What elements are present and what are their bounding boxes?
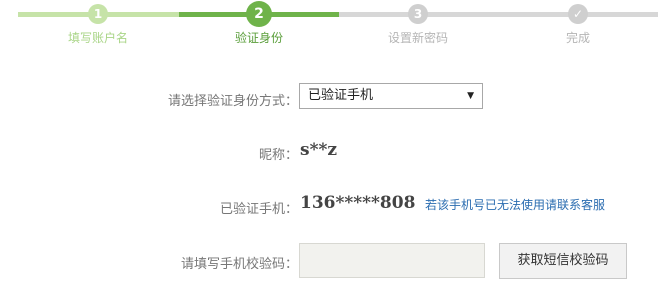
step-2-label: 验证身份 xyxy=(234,31,283,45)
phone-help-link[interactable]: 若该手机号已无法使用请联系客服 xyxy=(425,196,605,213)
verify-method-label: 请选择验证身份方式： xyxy=(167,94,298,109)
phone-label: 已验证手机： xyxy=(219,202,298,217)
code-label: 请填写手机校验码： xyxy=(180,257,298,272)
step-1-label: 填写账户名 xyxy=(67,31,128,45)
step-4-label: 完成 xyxy=(565,31,590,45)
nickname-value: s**z xyxy=(300,140,338,160)
sms-code-input[interactable] xyxy=(299,243,485,278)
step-1-number: 1 xyxy=(88,4,108,24)
dropdown-arrow-icon: ▼ xyxy=(467,91,474,101)
step-4-check-icon: ✓ xyxy=(568,4,588,24)
step-3-number: 3 xyxy=(408,4,428,24)
verify-method-select[interactable]: 已验证手机 ▼ xyxy=(299,83,483,109)
step-2-number: 2 xyxy=(246,1,272,27)
nickname-label: 昵称： xyxy=(258,148,298,163)
step-3-label: 设置新密码 xyxy=(387,31,448,45)
phone-value: 136*****808 xyxy=(300,193,416,213)
progress-steps: 1 2 3 ✓ 填写账户名 验证身份 设置新密码 完成 xyxy=(0,0,671,50)
get-sms-code-button[interactable]: 获取短信校验码 xyxy=(499,243,627,279)
verify-method-value: 已验证手机 xyxy=(308,88,374,103)
